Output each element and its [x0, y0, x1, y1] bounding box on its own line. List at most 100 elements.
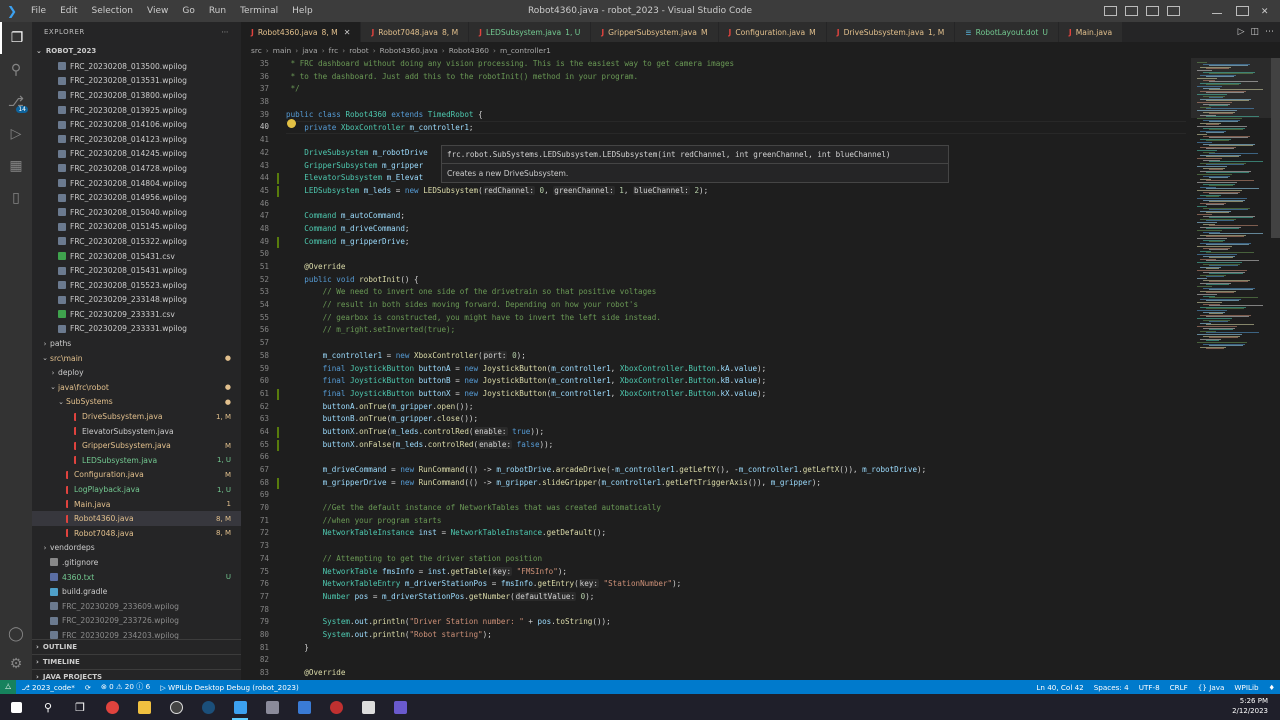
breadcrumb-item[interactable]: Robot4360.java	[380, 46, 438, 55]
steam-icon[interactable]	[192, 694, 224, 720]
tree-item[interactable]: FRC_20230209_233609.wpilog	[32, 599, 241, 614]
code-line[interactable]: @Override	[286, 667, 1186, 680]
code-line[interactable]: // result in both sides moving forward. …	[286, 299, 1186, 312]
code-line[interactable]: buttonA.onTrue(m_gripper.open());	[286, 401, 1186, 414]
layout-sidebar-icon[interactable]	[1104, 6, 1118, 16]
menu-terminal[interactable]: Terminal	[233, 0, 285, 22]
tree-item[interactable]: FRC_20230208_013531.wpilog	[32, 74, 241, 89]
git-change-marker[interactable]	[277, 388, 279, 400]
code-line[interactable]	[286, 248, 1186, 261]
tree-item[interactable]: FRC_20230208_015040.wpilog	[32, 205, 241, 220]
tree-item[interactable]: GripperSubsystem.java M	[32, 438, 241, 453]
code-line[interactable]: NetworkTableInstance inst = NetworkTable…	[286, 527, 1186, 540]
timeline-section[interactable]: › TIMELINE	[32, 654, 241, 669]
cursor-position[interactable]: Ln 40, Col 42	[1031, 683, 1088, 692]
editor-tab[interactable]: J Robot4360.java 8, M ✕	[241, 22, 362, 42]
code-line[interactable]: * FRC dashboard without doing any vision…	[286, 58, 1186, 71]
chrome-icon[interactable]	[96, 694, 128, 720]
code-line[interactable]: final JoystickButton buttonX = new Joyst…	[286, 388, 1186, 401]
git-branch[interactable]: ⎇ 2023_code*	[16, 683, 79, 692]
code-line[interactable]: */	[286, 83, 1186, 96]
bookmark-icon[interactable]: ▯	[0, 182, 32, 214]
menu-file[interactable]: File	[24, 0, 53, 22]
tree-item[interactable]: FRC_20230208_014804.wpilog	[32, 176, 241, 191]
code-line[interactable]: // We need to invert one side of the dri…	[286, 286, 1186, 299]
menu-selection[interactable]: Selection	[85, 0, 140, 22]
tree-item[interactable]: Configuration.java M	[32, 468, 241, 483]
vertical-scrollbar[interactable]	[1271, 58, 1280, 680]
tree-item[interactable]: FRC_20230208_014106.wpilog	[32, 117, 241, 132]
editor-tab[interactable]: J LEDSubsystem.java 1, U	[469, 22, 592, 42]
run-debug-icon[interactable]: ▷	[0, 118, 32, 150]
code-line[interactable]: //when your program starts	[286, 515, 1186, 528]
media-icon[interactable]	[352, 694, 384, 720]
code-line[interactable]: final JoystickButton buttonB = new Joyst…	[286, 375, 1186, 388]
minimize-button[interactable]	[1212, 8, 1223, 14]
editor-tab[interactable]: J DriveSubsystem.java 1, M	[826, 22, 956, 42]
tree-item[interactable]: › vendordeps	[32, 541, 241, 556]
code-line[interactable]: NetworkTable fmsInfo = inst.getTable(key…	[286, 566, 1186, 579]
tree-item[interactable]: ⌄ src\main ●	[32, 351, 241, 366]
breadcrumb-item[interactable]: main	[273, 46, 291, 55]
code-line[interactable]: @Override	[286, 261, 1186, 274]
tree-item[interactable]: FRC_20230208_014728.wpilog	[32, 161, 241, 176]
tree-item[interactable]: ElevatorSubsystem.java	[32, 424, 241, 439]
tree-item[interactable]: FRC_20230208_015523.wpilog	[32, 278, 241, 293]
account-icon[interactable]: ◯	[0, 618, 32, 650]
scrollbar-thumb[interactable]	[1271, 58, 1280, 238]
tree-item[interactable]: FRC_20230208_013800.wpilog	[32, 88, 241, 103]
tree-item[interactable]: .gitignore	[32, 555, 241, 570]
app-icon[interactable]	[256, 694, 288, 720]
more-actions-icon[interactable]: ⋯	[222, 28, 230, 36]
tree-item[interactable]: › deploy	[32, 365, 241, 380]
explorer-icon[interactable]: ❐	[0, 22, 32, 54]
lightbulb-icon[interactable]	[287, 119, 296, 128]
breadcrumb-item[interactable]: java	[302, 46, 318, 55]
search-icon[interactable]: ⚲	[0, 54, 32, 86]
code-line[interactable]: m_driveCommand = new RunCommand(() -> m_…	[286, 464, 1186, 477]
settings-gear-icon[interactable]: ⚙	[0, 648, 32, 680]
problems-indicator[interactable]: ⊗ 0 ⚠ 20 ⓘ 6	[96, 682, 155, 692]
minimap[interactable]	[1191, 58, 1271, 680]
run-icon[interactable]: ▷	[1238, 27, 1245, 37]
tree-item[interactable]: LogPlayback.java 1, U	[32, 482, 241, 497]
menu-go[interactable]: Go	[175, 0, 201, 22]
maximize-button[interactable]	[1236, 6, 1250, 16]
tree-item[interactable]: FRC_20230208_015322.wpilog	[32, 234, 241, 249]
game-icon[interactable]	[384, 694, 416, 720]
task-view-icon[interactable]: ❐	[64, 694, 96, 720]
spreadsheet-icon[interactable]	[288, 694, 320, 720]
code-line[interactable]: Command m_driveCommand;	[286, 223, 1186, 236]
system-clock[interactable]: 5:26 PM 2/12/2023	[1232, 696, 1268, 716]
notifications-icon[interactable]: ♦	[1264, 683, 1280, 692]
breadcrumb-item[interactable]: robot	[349, 46, 369, 55]
taskbar-search-icon[interactable]: ⚲	[32, 694, 64, 720]
tree-item[interactable]: FRC_20230208_015431.csv	[32, 249, 241, 264]
tree-item[interactable]: FRC_20230208_014245.wpilog	[32, 147, 241, 162]
obs-icon[interactable]	[160, 694, 192, 720]
code-line[interactable]: * to the dashboard. Just add this to the…	[286, 71, 1186, 84]
tree-item[interactable]: FRC_20230209_233148.wpilog	[32, 293, 241, 308]
code-line[interactable]	[286, 604, 1186, 617]
code-line[interactable]	[286, 540, 1186, 553]
tree-item[interactable]: FRC_20230209_233331.csv	[32, 307, 241, 322]
tree-item[interactable]: FRC_20230208_015431.wpilog	[32, 263, 241, 278]
tree-item[interactable]: FRC_20230208_013500.wpilog	[32, 59, 241, 74]
code-line[interactable]: private XboxController m_controller1;	[286, 121, 1186, 135]
breadcrumb-item[interactable]: frc	[329, 46, 339, 55]
customize-layout-icon[interactable]	[1167, 6, 1181, 16]
code-line[interactable]	[286, 337, 1186, 350]
tree-item[interactable]: Main.java 1	[32, 497, 241, 512]
tree-item[interactable]: 4360.txt U	[32, 570, 241, 585]
more-actions-icon[interactable]: ⋯	[1265, 27, 1274, 37]
code-line[interactable]: NetworkTableEntry m_driverStationPos = f…	[286, 578, 1186, 591]
editor-tab[interactable]: J Main.java	[1058, 22, 1124, 42]
code-line[interactable]: Command m_gripperDrive;	[286, 236, 1186, 249]
outline-section[interactable]: › OUTLINE	[32, 639, 241, 654]
menu-view[interactable]: View	[140, 0, 175, 22]
tree-item[interactable]: ⌄ SubSystems ●	[32, 395, 241, 410]
tree-item[interactable]: FRC_20230208_013925.wpilog	[32, 103, 241, 118]
file-explorer-icon[interactable]	[128, 694, 160, 720]
source-control-icon[interactable]: ⎇ 14	[0, 86, 32, 118]
code-line[interactable]: System.out.println("Robot starting");	[286, 629, 1186, 642]
